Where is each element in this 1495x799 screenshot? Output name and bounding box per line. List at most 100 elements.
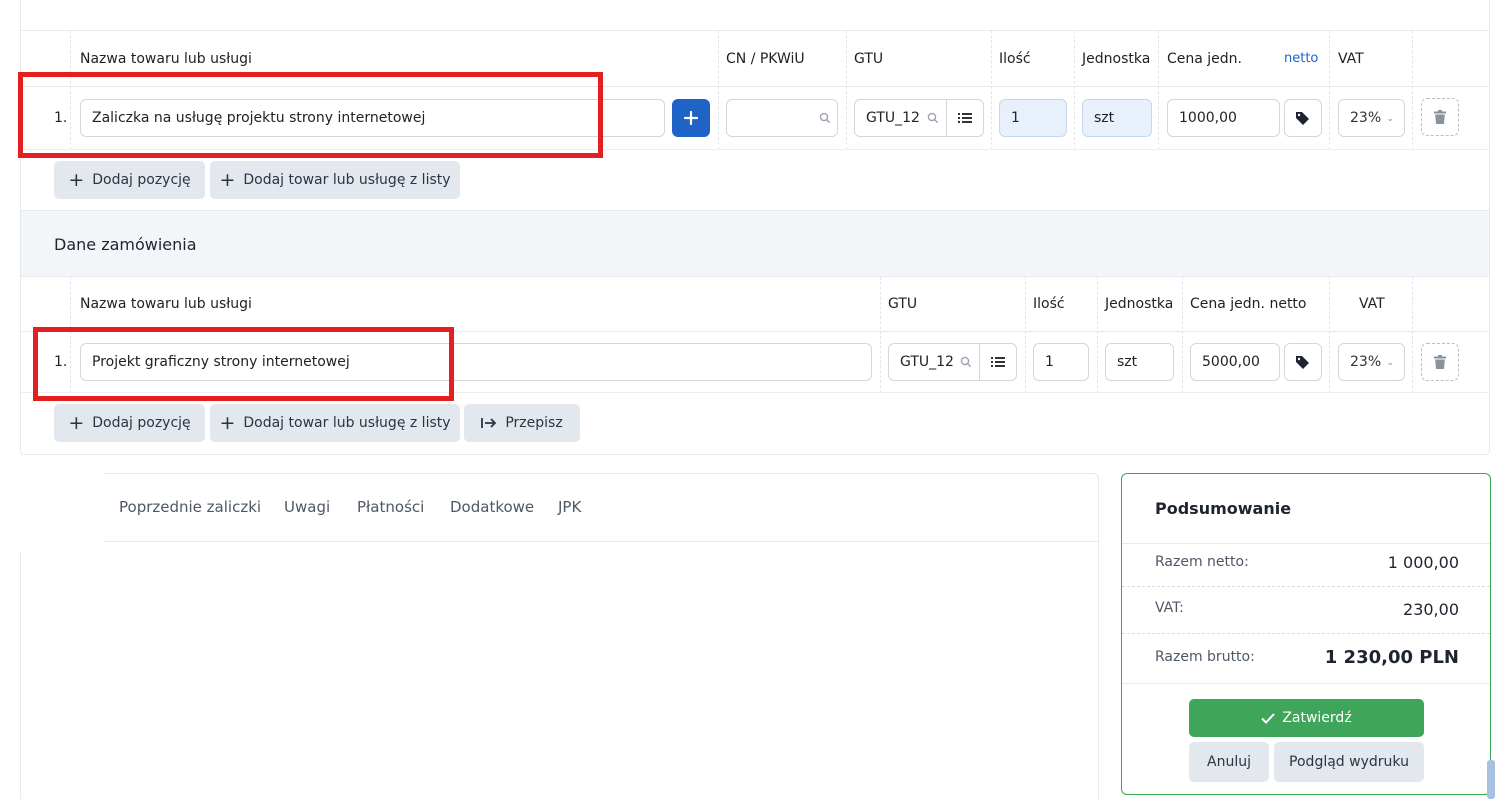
- col-divider: [1025, 277, 1026, 393]
- order-unit-input[interactable]: szt: [1105, 343, 1174, 381]
- gross-total-label: Razem brutto:: [1155, 649, 1255, 665]
- col-divider: [1158, 30, 1159, 150]
- discount-button[interactable]: [1284, 343, 1322, 381]
- tab-payments[interactable]: Płatności: [357, 498, 424, 516]
- summary-divider: [1122, 683, 1490, 684]
- netto-toggle-link[interactable]: netto: [1284, 31, 1318, 86]
- plus-icon: +: [219, 168, 236, 191]
- scrollbar-thumb[interactable]: [1487, 760, 1495, 799]
- order-section-title: Dane zamówienia: [54, 235, 197, 254]
- add-from-list-label: Dodaj towar lub usługę z listy: [243, 415, 451, 431]
- col-divider: [1329, 277, 1330, 393]
- trash-icon: [1434, 355, 1446, 369]
- tab-previous-advances[interactable]: Poprzednie zaliczki: [119, 498, 261, 516]
- search-icon: [819, 112, 831, 124]
- net-total-value: 1 000,00: [1387, 553, 1459, 572]
- list-icon: [958, 113, 972, 123]
- delete-row-button[interactable]: [1421, 343, 1459, 381]
- quantity-input[interactable]: 1: [999, 99, 1067, 137]
- highlight-box: [33, 327, 454, 401]
- vat-total-value: 230,00: [1403, 600, 1459, 619]
- col-divider: [1182, 277, 1183, 393]
- order-quantity-input[interactable]: 1: [1033, 343, 1089, 381]
- col-vat-header: VAT: [1359, 296, 1385, 312]
- tab-jpk[interactable]: JPK: [558, 498, 581, 516]
- col-price-header: Cena jedn. netto: [1190, 296, 1307, 312]
- gtu-list-button[interactable]: [979, 343, 1017, 381]
- col-divider: [1329, 30, 1330, 150]
- summary-divider: [1122, 633, 1490, 634]
- delete-row-button[interactable]: [1421, 98, 1459, 136]
- gtu-value: GTU_12: [900, 354, 954, 370]
- check-icon: [1261, 712, 1276, 724]
- order-vat-select[interactable]: 23% ⌄: [1338, 343, 1405, 381]
- tags-icon: [1296, 112, 1309, 125]
- extra-tabs-panel: Poprzednie zaliczki Uwagi Płatności Doda…: [20, 473, 1099, 799]
- order-add-position-button[interactable]: + Dodaj pozycję: [54, 404, 205, 442]
- col-divider: [718, 30, 719, 150]
- net-total-label: Razem netto:: [1155, 554, 1249, 570]
- col-unit-header: Jednostka: [1105, 296, 1174, 312]
- confirm-button[interactable]: Zatwierdź: [1189, 699, 1424, 737]
- list-icon: [991, 357, 1005, 367]
- search-icon: [960, 356, 972, 368]
- arrow-right-to-line-icon: [481, 418, 497, 428]
- gtu-list-button[interactable]: [946, 99, 984, 137]
- col-qty-header: Ilość: [1033, 296, 1065, 312]
- tab-additional[interactable]: Dodatkowe: [450, 498, 534, 516]
- plus-icon: +: [68, 411, 85, 434]
- search-icon: [927, 112, 939, 124]
- highlight-box: [18, 72, 603, 158]
- vat-value: 23%: [1350, 354, 1382, 370]
- col-unit-header: Jednostka: [1082, 50, 1151, 67]
- add-from-list-button[interactable]: + Dodaj towar lub usługę z listy: [210, 161, 460, 199]
- col-price-header: Cena jedn.: [1167, 50, 1243, 67]
- add-from-list-label: Dodaj towar lub usługę z listy: [243, 172, 451, 188]
- plus-icon: [684, 111, 698, 125]
- vat-select[interactable]: 23% ⌄: [1338, 99, 1405, 137]
- add-position-label: Dodaj pozycję: [92, 415, 191, 431]
- print-preview-button[interactable]: Podgląd wydruku: [1274, 742, 1424, 782]
- order-gtu-input[interactable]: GTU_12: [888, 343, 1017, 381]
- cancel-button[interactable]: Anuluj: [1189, 742, 1269, 782]
- col-divider: [1412, 277, 1413, 393]
- tabs-divider: [21, 541, 1098, 542]
- add-position-label: Dodaj pozycję: [92, 172, 191, 188]
- col-qty-header: Ilość: [999, 50, 1031, 67]
- tab-notes[interactable]: Uwagi: [284, 498, 330, 516]
- vat-value: 23%: [1350, 110, 1382, 126]
- plus-icon: +: [219, 411, 236, 434]
- order-section-header: Dane zamówienia: [21, 210, 1489, 277]
- order-unit-price-input[interactable]: 5000,00: [1190, 343, 1280, 381]
- trash-icon: [1434, 110, 1446, 124]
- col-divider: [1097, 277, 1098, 393]
- col-divider: [1074, 30, 1075, 150]
- order-add-from-list-button[interactable]: + Dodaj towar lub usługę z listy: [210, 404, 460, 442]
- rewrite-label: Przepisz: [505, 415, 563, 431]
- discount-button[interactable]: [1284, 99, 1322, 137]
- add-position-button[interactable]: + Dodaj pozycję: [54, 161, 205, 199]
- vat-total-label: VAT:: [1155, 600, 1184, 616]
- col-divider: [1412, 30, 1413, 150]
- col-divider: [991, 30, 992, 150]
- summary-card: Podsumowanie Razem netto: 1 000,00 VAT: …: [1121, 473, 1491, 795]
- overlay-cover: [0, 473, 104, 553]
- rewrite-button[interactable]: Przepisz: [464, 404, 580, 442]
- gtu-input[interactable]: GTU_12: [854, 99, 984, 137]
- col-gtu-header: GTU: [888, 296, 918, 312]
- chevron-down-icon: ⌄: [1386, 114, 1394, 124]
- summary-divider: [1122, 586, 1490, 587]
- unit-input[interactable]: szt: [1082, 99, 1152, 137]
- unit-price-input[interactable]: 1000,00: [1167, 99, 1280, 137]
- col-divider: [880, 277, 881, 393]
- confirm-label: Zatwierdź: [1282, 710, 1352, 726]
- add-new-product-button[interactable]: [672, 99, 710, 137]
- chevron-down-icon: ⌄: [1386, 358, 1394, 368]
- plus-icon: +: [68, 168, 85, 191]
- gross-total-value: 1 230,00 PLN: [1324, 647, 1459, 668]
- col-divider: [846, 30, 847, 150]
- tags-icon: [1296, 356, 1309, 369]
- summary-divider: [1122, 543, 1490, 544]
- order-table-header: Nazwa towaru lub usługi GTU Ilość Jednos…: [21, 277, 1489, 332]
- summary-title: Podsumowanie: [1155, 499, 1292, 518]
